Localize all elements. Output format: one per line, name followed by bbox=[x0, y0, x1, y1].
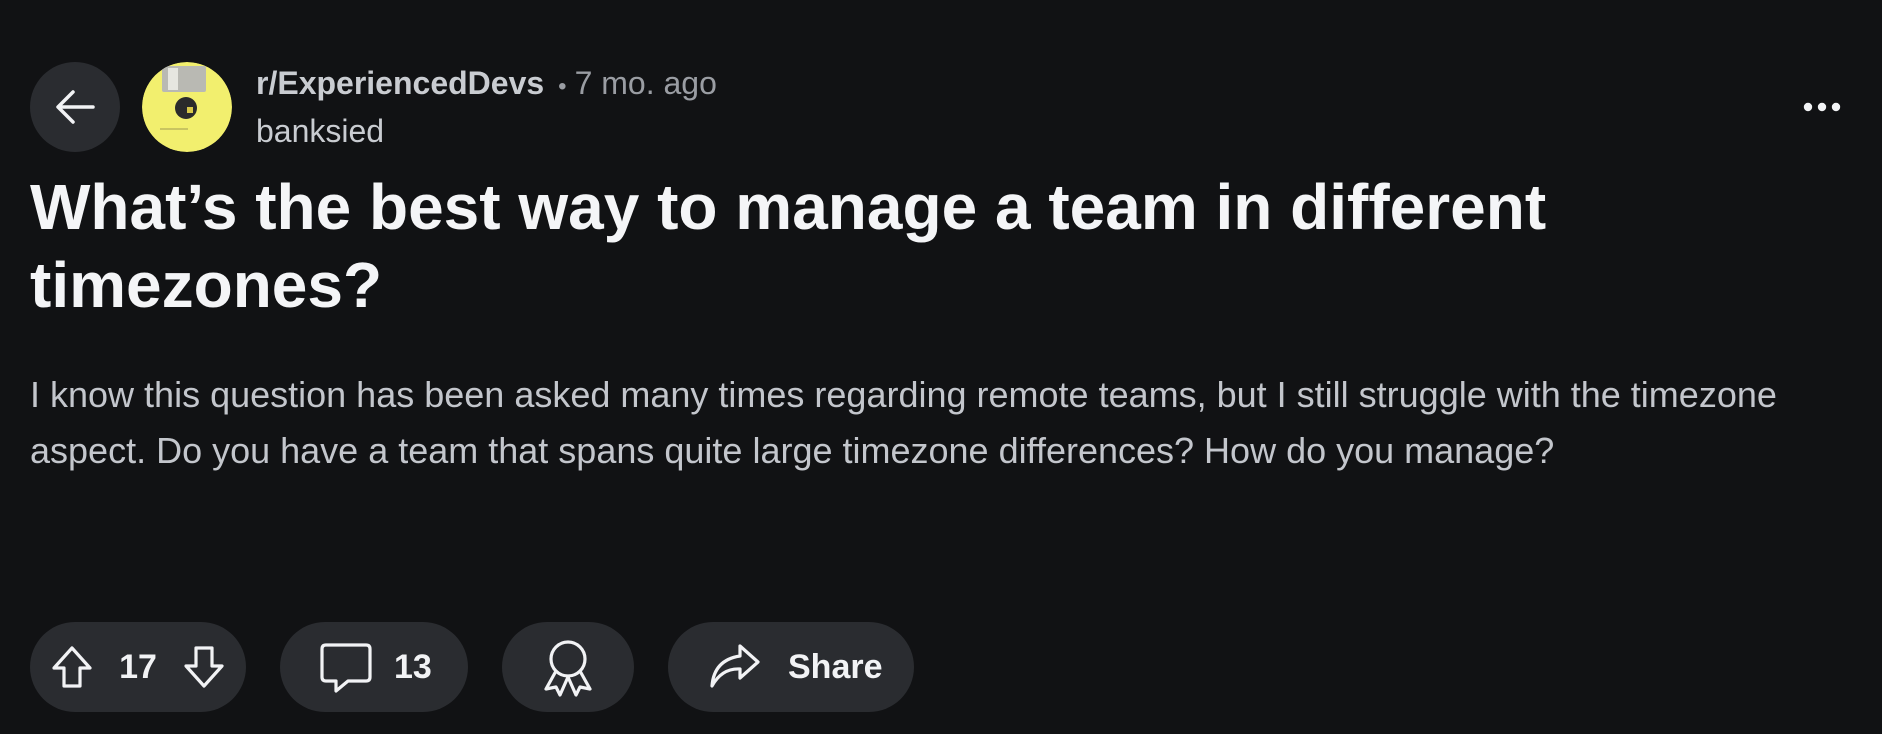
arrow-down-icon[interactable] bbox=[182, 644, 226, 690]
arrow-left-icon bbox=[53, 89, 97, 125]
arrow-up-icon[interactable] bbox=[50, 644, 94, 690]
post-body: I know this question has been asked many… bbox=[30, 374, 1777, 471]
author-link[interactable]: banksied bbox=[256, 111, 717, 151]
vote-count: 17 bbox=[119, 647, 157, 686]
share-button[interactable]: Share bbox=[668, 622, 914, 712]
post-action-bar: 17 13 Share bbox=[30, 622, 948, 712]
meta-separator: • bbox=[558, 73, 567, 100]
share-arrow-icon bbox=[708, 642, 762, 692]
post-meta: r/ExperiencedDevs • 7 mo. ago banksied bbox=[256, 63, 717, 151]
comments-button[interactable]: 13 bbox=[280, 622, 468, 712]
comment-bubble-icon bbox=[318, 639, 374, 695]
post-title: What’s the best way to manage a team in … bbox=[30, 171, 1547, 321]
award-ribbon-icon bbox=[540, 637, 596, 697]
vote-control: 17 bbox=[30, 622, 246, 712]
post-detail-page: r/ExperiencedDevs • 7 mo. ago banksied W… bbox=[0, 0, 1882, 734]
more-horizontal-icon bbox=[1803, 102, 1841, 112]
more-options-button[interactable] bbox=[1800, 90, 1844, 124]
post-age: 7 mo. ago bbox=[574, 65, 717, 101]
subreddit-avatar[interactable] bbox=[142, 62, 232, 152]
post-header: r/ExperiencedDevs • 7 mo. ago banksied bbox=[30, 62, 717, 152]
subreddit-link[interactable]: r/ExperiencedDevs bbox=[256, 63, 544, 103]
back-button[interactable] bbox=[30, 62, 120, 152]
share-label: Share bbox=[788, 647, 883, 686]
award-button[interactable] bbox=[502, 622, 634, 712]
comment-count: 13 bbox=[394, 647, 432, 686]
